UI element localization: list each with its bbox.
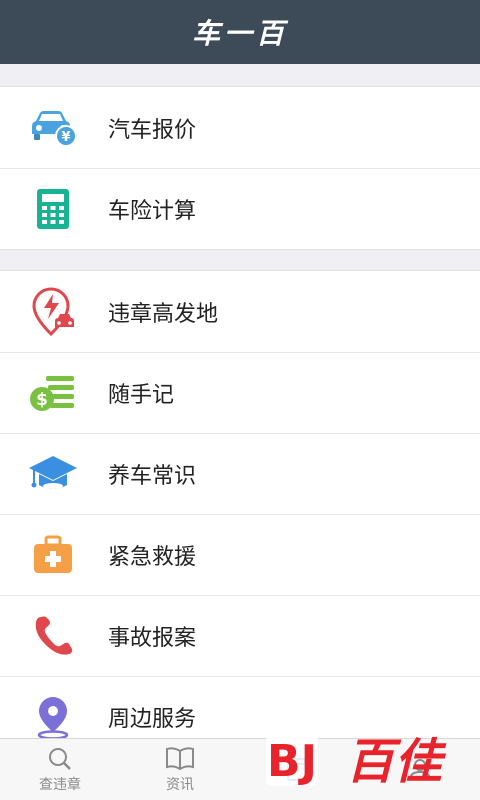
menu-item-label: 养车常识 [108,463,197,489]
car-price-icon: ¥ [26,101,80,155]
violation-location-icon [26,285,80,339]
money-notes-icon: $ [26,366,80,420]
menu-item-label: 车险计算 [108,198,197,224]
phone-icon [26,609,80,663]
svg-text:百佳: 百佳 [346,734,447,790]
menu-item-quick-notes[interactable]: $ 随手记 [0,352,480,433]
location-pin-icon [26,690,80,738]
tab-news[interactable]: 资讯 [120,739,240,800]
baijia-watermark-logo: BJ 百佳 [262,722,472,792]
search-icon [49,747,71,770]
menu-item-label: 汽车报价 [108,117,197,143]
tab-label: 资讯 [166,776,194,793]
menu-item-car-care-tips[interactable]: 养车常识 [0,433,480,514]
menu-item-violation-hotspots[interactable]: 违章高发地 [0,271,480,352]
svg-text:¥: ¥ [61,130,70,145]
menu-group-services: 违章高发地 $ 随手记 养车常识 紧急救援 事故报案 周边服务 [0,270,480,738]
menu-item-label: 周边服务 [108,706,197,732]
menu-group-pricing: ¥ 汽车报价 车险计算 [0,86,480,250]
book-icon [166,746,194,770]
tab-check-violations[interactable]: 查违章 [0,739,120,800]
calculator-icon [26,182,80,236]
menu-item-emergency-rescue[interactable]: 紧急救援 [0,514,480,595]
tab-label: 查违章 [39,776,81,793]
menu-item-car-price[interactable]: ¥ 汽车报价 [0,87,480,168]
page-title: 车一百 [191,17,288,50]
svg-text:BJ: BJ [267,736,317,787]
app-header: 车一百 [0,0,480,64]
menu-list: ¥ 汽车报价 车险计算 违章高发地 $ 随手记 养车常识 紧急救援 事故报案 周… [0,64,480,738]
menu-item-label: 事故报案 [108,625,197,651]
menu-item-label: 违章高发地 [108,301,219,327]
graduation-cap-icon [26,447,80,501]
svg-text:$: $ [36,390,48,410]
menu-item-label: 紧急救援 [108,544,197,570]
menu-item-insurance-calc[interactable]: 车险计算 [0,168,480,249]
menu-item-label: 随手记 [108,382,175,408]
menu-item-accident-report[interactable]: 事故报案 [0,595,480,676]
first-aid-kit-icon [26,528,80,582]
